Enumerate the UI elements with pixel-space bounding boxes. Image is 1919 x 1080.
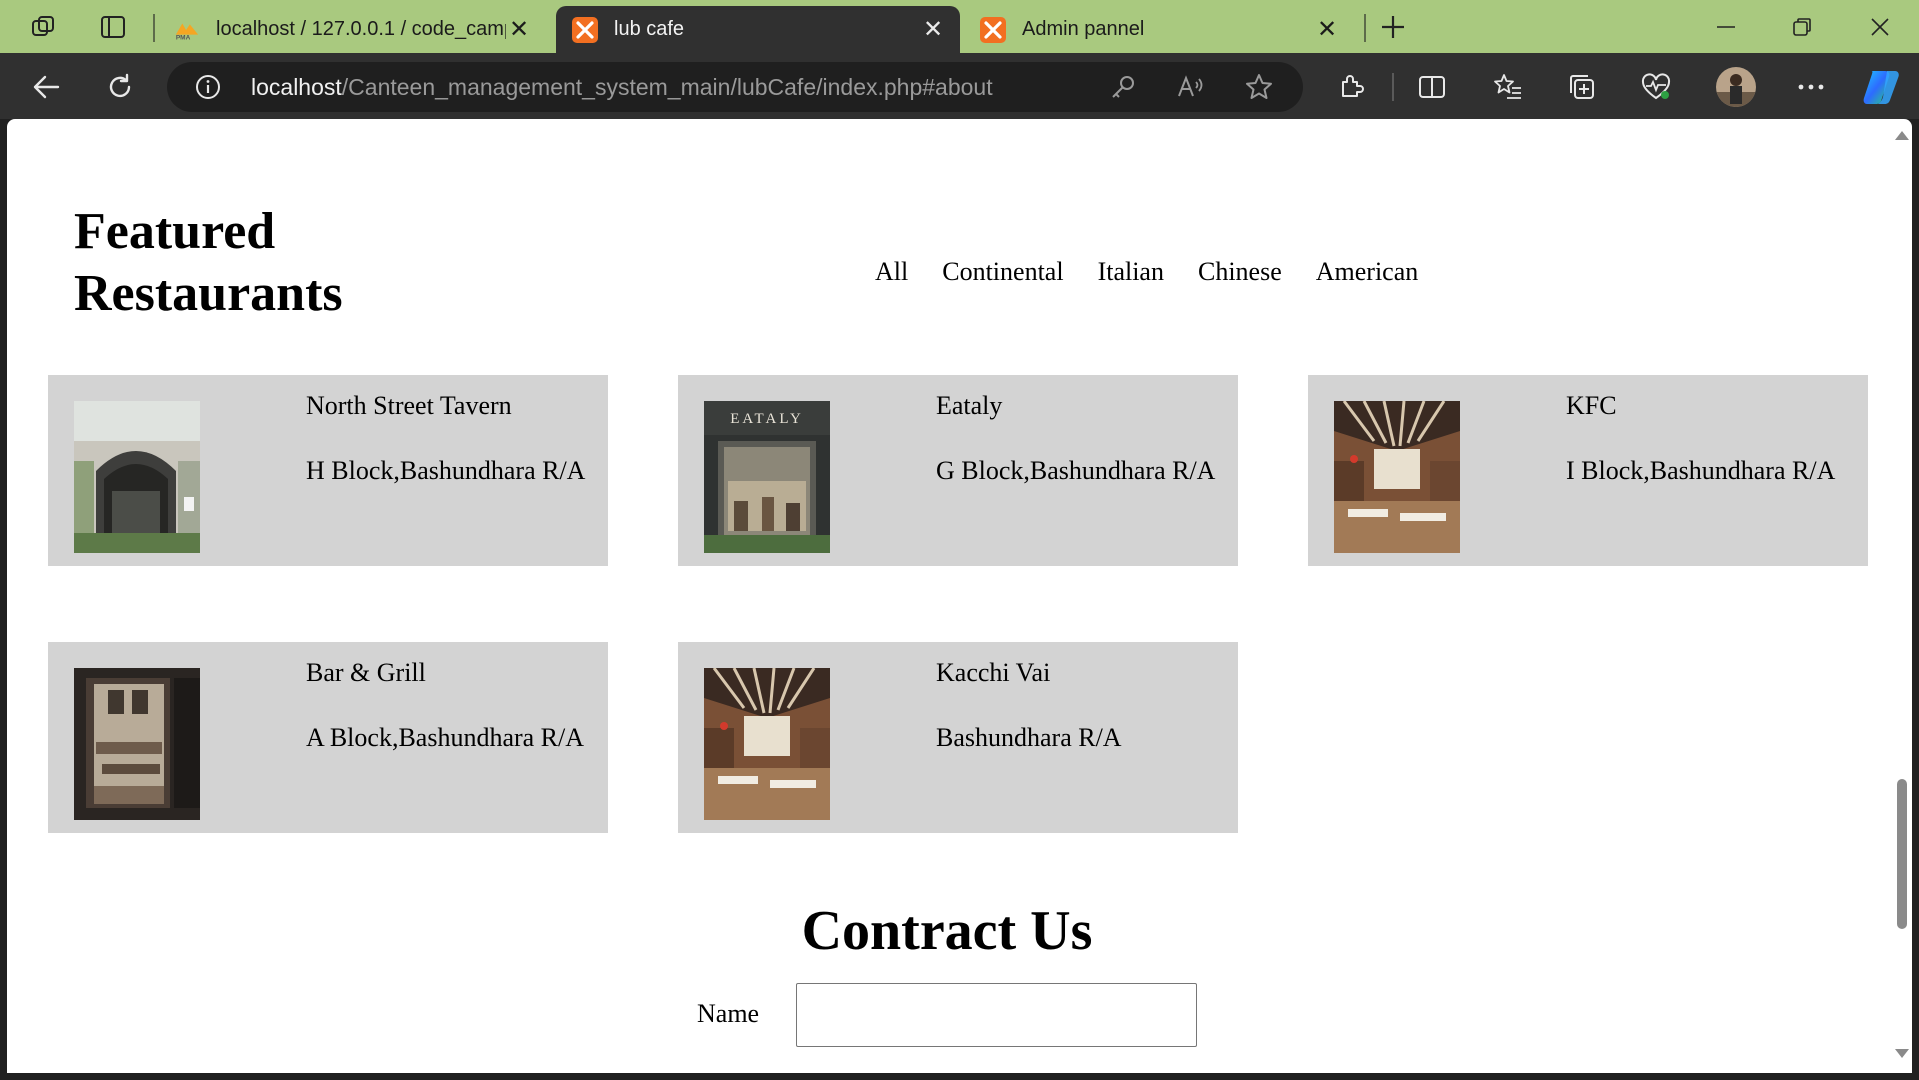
tab-strip: PMA localhost / 127.0.0.1 / code_camp ✕ … xyxy=(0,0,1919,53)
phpmyadmin-icon: PMA xyxy=(174,17,200,43)
url-text[interactable]: localhost/Canteen_management_system_main… xyxy=(251,62,993,112)
restaurant-card[interactable]: North Street Tavern H Block,Bashundhara … xyxy=(48,375,608,566)
restaurant-card[interactable]: KFC I Block,Bashundhara R/A xyxy=(1308,375,1868,566)
restaurant-name: North Street Tavern xyxy=(306,391,512,420)
filter-continental[interactable]: Continental xyxy=(942,257,1063,287)
filter-all[interactable]: All xyxy=(875,257,908,287)
svg-text:PMA: PMA xyxy=(176,34,191,41)
name-label: Name xyxy=(697,999,760,1028)
refresh-icon[interactable] xyxy=(98,65,142,109)
browser-essentials-icon[interactable] xyxy=(1634,65,1678,109)
close-tab-icon[interactable]: ✕ xyxy=(506,16,532,43)
favorites-icon[interactable] xyxy=(1486,65,1530,109)
toolbar-separator xyxy=(1392,73,1394,101)
restaurant-address: A Block,Bashundhara R/A xyxy=(306,723,585,752)
split-screen-icon[interactable] xyxy=(1410,65,1454,109)
restaurant-address: I Block,Bashundhara R/A xyxy=(1566,456,1836,485)
favorite-star-icon[interactable] xyxy=(1245,73,1273,106)
contact-title: Contract Us xyxy=(801,900,1093,962)
filter-chinese[interactable]: Chinese xyxy=(1198,257,1282,287)
profile-avatar[interactable] xyxy=(1712,63,1760,111)
new-tab-icon[interactable] xyxy=(1374,8,1412,46)
tab-separator xyxy=(1364,14,1366,42)
page-scrollbar[interactable] xyxy=(1890,119,1912,1073)
tab-title: lub cafe xyxy=(614,18,685,40)
scroll-down-arrow-icon[interactable] xyxy=(1895,1049,1909,1058)
xampp-icon xyxy=(572,16,598,43)
name-input[interactable] xyxy=(796,983,1197,1047)
xampp-icon xyxy=(980,16,1006,43)
restaurant-name: Bar & Grill xyxy=(306,658,426,687)
restaurant-photo xyxy=(74,668,200,820)
back-icon[interactable] xyxy=(24,65,68,109)
restaurant-name: Eataly xyxy=(936,391,1003,420)
filter-american[interactable]: American xyxy=(1316,257,1419,287)
restaurant-address: G Block,Bashundhara R/A xyxy=(936,456,1216,485)
tab-phpmyadmin[interactable]: PMA localhost / 127.0.0.1 / code_camp ✕ xyxy=(158,6,546,53)
eataly-sign-text: EATALY xyxy=(730,411,804,427)
tab-title: localhost / 127.0.0.1 / code_camp xyxy=(216,18,506,40)
restaurant-address: Bashundhara R/A xyxy=(936,723,1122,752)
password-key-icon[interactable] xyxy=(1110,74,1136,105)
restaurant-name: Kacchi Vai xyxy=(936,658,1051,687)
close-window-icon[interactable] xyxy=(1849,4,1911,50)
filter-italian[interactable]: Italian xyxy=(1098,257,1164,287)
restaurant-photo xyxy=(74,401,200,553)
close-tab-icon[interactable]: ✕ xyxy=(1314,16,1340,43)
scrollbar-thumb[interactable] xyxy=(1897,779,1907,929)
copilot-icon[interactable] xyxy=(1859,65,1903,109)
scroll-up-arrow-icon[interactable] xyxy=(1895,131,1909,140)
read-aloud-icon[interactable] xyxy=(1177,74,1205,105)
restore-icon[interactable] xyxy=(1771,4,1833,50)
restaurant-address: H Block,Bashundhara R/A xyxy=(306,456,586,485)
restaurant-photo: EATALY xyxy=(704,401,830,553)
tab-separator xyxy=(153,14,155,42)
site-info-icon[interactable] xyxy=(195,74,221,105)
more-options-icon[interactable] xyxy=(1789,65,1833,109)
page-viewport: Featured Restaurants All Continental Ita… xyxy=(7,119,1912,1073)
restaurant-card[interactable]: EATALY Eataly G Block,Bashundhara R/A xyxy=(678,375,1238,566)
vertical-tabs-icon[interactable] xyxy=(94,8,132,46)
tab-title: Admin pannel xyxy=(1022,18,1145,40)
collections-icon[interactable] xyxy=(1560,65,1604,109)
close-tab-icon[interactable]: ✕ xyxy=(920,16,946,43)
tab-admin-pannel[interactable]: Admin pannel ✕ xyxy=(964,6,1354,53)
restaurant-card[interactable]: Kacchi Vai Bashundhara R/A xyxy=(678,642,1238,833)
featured-restaurants-title: Featured Restaurants xyxy=(74,203,343,322)
address-bar[interactable]: localhost/Canteen_management_system_main… xyxy=(167,62,1303,112)
restaurant-card[interactable]: Bar & Grill A Block,Bashundhara R/A xyxy=(48,642,608,833)
restaurant-name: KFC xyxy=(1566,391,1617,420)
restaurant-photo xyxy=(1334,401,1460,553)
minimize-icon[interactable] xyxy=(1695,4,1757,50)
browser-toolbar: localhost/Canteen_management_system_main… xyxy=(0,53,1919,119)
tab-lub-cafe[interactable]: lub cafe ✕ xyxy=(556,6,960,53)
extensions-icon[interactable] xyxy=(1329,65,1373,109)
cuisine-filters: All Continental Italian Chinese American xyxy=(875,257,1418,287)
restaurant-photo xyxy=(704,668,830,820)
workspaces-icon[interactable] xyxy=(24,8,62,46)
